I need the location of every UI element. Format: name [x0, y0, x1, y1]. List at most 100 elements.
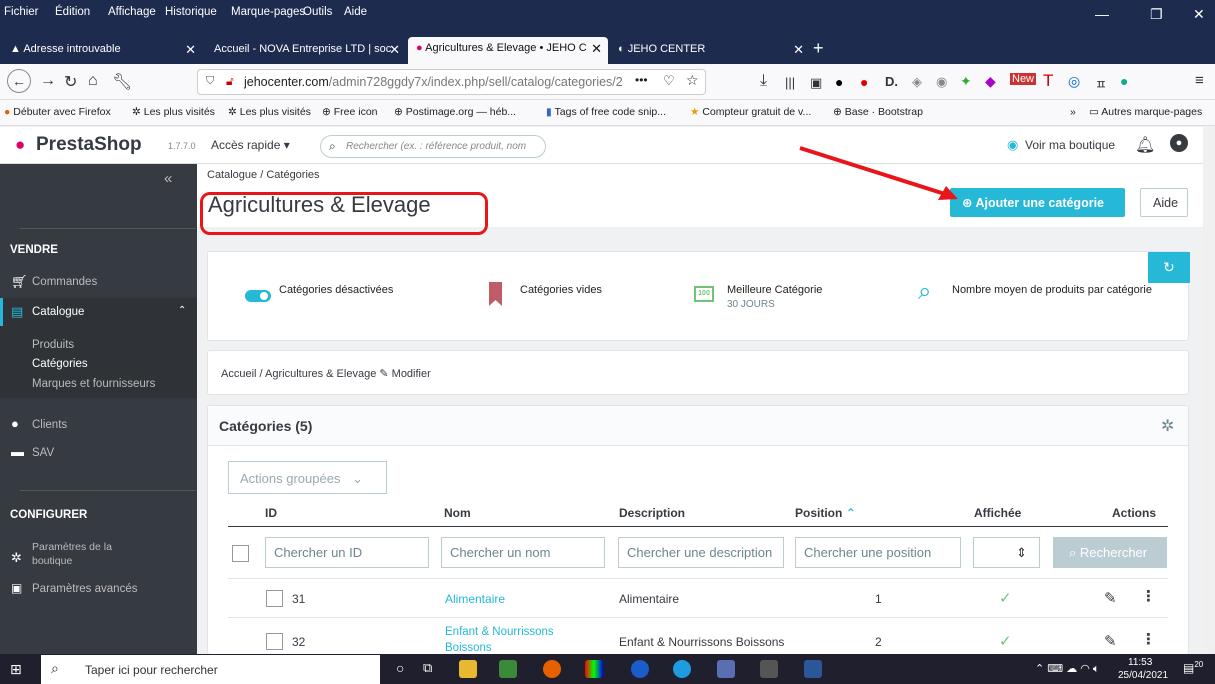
check-icon[interactable]: ✓ — [999, 632, 1012, 650]
extension-icon[interactable]: ✦ — [960, 73, 972, 90]
bookmark-item[interactable]: ✲ Les plus visités — [132, 106, 215, 118]
menu-aide[interactable]: Aide — [344, 6, 367, 18]
task-view-icon[interactable]: ⧉ — [423, 660, 432, 676]
sidebar-item-categories[interactable]: Catégories — [32, 358, 88, 370]
refresh-kpi-button[interactable]: ↻ — [1148, 252, 1190, 283]
col-name[interactable]: Nom — [444, 506, 471, 520]
menu-affichage[interactable]: Affichage — [108, 6, 156, 18]
bookmark-item[interactable]: ▮ Tags of free code snip... — [546, 106, 666, 118]
menu-outils[interactable]: Outils — [303, 6, 332, 18]
row-checkbox[interactable] — [266, 590, 283, 607]
download-icon[interactable]: ⤓ — [760, 72, 767, 90]
extension-icon[interactable]: ◈ — [912, 74, 922, 90]
app-icon[interactable] — [585, 660, 603, 678]
extension-d-icon[interactable]: D. — [885, 74, 898, 89]
menu-edition[interactable]: Édition — [55, 6, 90, 18]
col-id[interactable]: ID — [265, 506, 277, 520]
hamburger-menu-icon[interactable]: ≡ — [1195, 72, 1204, 89]
menu-fichier[interactable]: Fichier — [4, 6, 39, 18]
forward-icon[interactable]: → — [40, 72, 56, 90]
close-tab-icon[interactable]: ✕ — [389, 42, 400, 58]
extension-icon[interactable]: ㅍ — [1095, 74, 1107, 93]
tab-agricultures[interactable]: ● Agricultures & Elevage • JEHO C ✕ — [408, 37, 608, 64]
app-icon[interactable] — [673, 660, 691, 678]
extension-icon[interactable]: ● — [835, 74, 843, 90]
new-tab-icon[interactable]: + — [813, 38, 824, 59]
crumb-edit-link[interactable]: Modifier — [392, 368, 431, 380]
sidebar-item-brands[interactable]: Marques et fournisseurs — [32, 378, 155, 390]
notification-center-icon[interactable]: ▤20 — [1183, 660, 1203, 675]
extension-t-icon[interactable]: T — [1043, 71, 1053, 91]
pocket-icon[interactable]: ♡ — [663, 73, 675, 89]
close-tab-icon[interactable]: ✕ — [185, 42, 196, 58]
bookmark-item[interactable]: ● Débuter avec Firefox — [4, 106, 111, 118]
bulk-actions-dropdown[interactable]: Actions groupées ⌄ — [228, 461, 387, 494]
filter-name-input[interactable]: Chercher un nom — [441, 537, 605, 568]
bell-icon[interactable]: 🔔︎ — [1135, 135, 1155, 155]
adblock-icon[interactable]: ● — [860, 74, 868, 90]
page-scrollbar[interactable] — [1203, 127, 1215, 654]
filter-id-input[interactable]: Chercher un ID — [265, 537, 429, 568]
quick-access-button[interactable]: Accès rapide ▾ — [211, 138, 290, 152]
url-bar[interactable]: ⛉ 🔓︎ jehocenter.com/admin728ggdy7x/index… — [197, 69, 706, 95]
more-bookmarks-icon[interactable]: » — [1070, 106, 1076, 118]
firefox-taskbar-icon[interactable] — [543, 660, 561, 678]
back-icon[interactable]: ← — [7, 69, 31, 93]
crumb-home[interactable]: Accueil — [221, 368, 256, 380]
bookmark-item[interactable]: ✲ Les plus visités — [228, 106, 311, 118]
library-icon[interactable]: ||| — [785, 75, 795, 90]
sidebar-icon[interactable]: ▣ — [810, 75, 822, 91]
col-displayed[interactable]: Affichée — [974, 506, 1021, 520]
menu-historique[interactable]: Historique — [165, 6, 217, 18]
windows-start-icon[interactable]: ⊞ — [10, 661, 22, 678]
collapse-sidebar-icon[interactable]: « — [164, 170, 172, 187]
taskbar-search-input[interactable]: ⌕ Taper ici pour rechercher — [41, 655, 380, 684]
minimize-icon[interactable]: — — [1095, 6, 1109, 22]
other-bookmarks[interactable]: ▭ Autres marque-pages — [1089, 106, 1202, 118]
select-all-checkbox[interactable] — [232, 545, 249, 562]
filter-displayed-select[interactable]: ⇕ — [973, 537, 1040, 568]
file-explorer-icon[interactable] — [459, 660, 477, 678]
cortana-icon[interactable]: ○ — [396, 660, 404, 676]
col-description[interactable]: Description — [619, 506, 685, 520]
row-name-link-line2[interactable]: Boissons — [445, 642, 492, 654]
filter-position-input[interactable]: Chercher une position — [795, 537, 961, 568]
extension-icon[interactable]: ● — [1120, 73, 1128, 89]
bookmark-item[interactable]: ★ Compteur gratuit de v... — [690, 106, 811, 118]
row-name-link[interactable]: Enfant & Nourrissons — [445, 626, 554, 638]
breadcrumb-categories[interactable]: Catégories — [266, 169, 319, 181]
word-icon[interactable] — [804, 660, 822, 678]
sidebar-item-sav[interactable]: ▬ SAV — [0, 442, 197, 464]
breadcrumb-catalog[interactable]: Catalogue — [207, 169, 257, 181]
view-shop-link[interactable]: Voir ma boutique — [1025, 138, 1115, 152]
sidebar-item-clients[interactable]: ● Clients — [0, 414, 197, 436]
help-button[interactable]: Aide — [1140, 188, 1188, 217]
row-checkbox[interactable] — [266, 633, 283, 650]
table-settings-icon[interactable]: ✲ — [1161, 416, 1174, 436]
tab-adresse-introuvable[interactable]: ▲ Adresse introuvable ✕ — [2, 38, 202, 64]
tab-jeho-center[interactable]: ◐ JEHO CENTER ✕ — [610, 38, 810, 64]
bookmark-item[interactable]: ⊕ Base · Bootstrap — [833, 106, 923, 118]
bookmark-item[interactable]: ⊕ Postimage.org — héb... — [394, 106, 516, 118]
sidebar-item-advanced[interactable]: ▣ Paramètres avancés — [0, 578, 197, 600]
close-tab-icon[interactable]: ✕ — [793, 42, 804, 58]
wrench-icon[interactable]: 🔧︎ — [112, 72, 132, 92]
new-badge-icon[interactable]: New — [1010, 73, 1037, 85]
user-avatar-icon[interactable]: ● — [1170, 134, 1188, 152]
terminal-icon[interactable] — [760, 660, 778, 678]
more-actions-icon[interactable]: ⋮ — [1141, 630, 1156, 648]
close-tab-icon[interactable]: ✕ — [591, 41, 602, 57]
extension-icon[interactable]: ◆ — [985, 73, 996, 90]
add-category-button[interactable]: ⊕ Ajouter une catégorie — [950, 188, 1125, 217]
check-icon[interactable]: ✓ — [999, 589, 1012, 607]
menu-marque-pages[interactable]: Marque-pages — [231, 6, 305, 18]
sidebar-item-products[interactable]: Produits — [32, 339, 74, 351]
clock-time[interactable]: 11:53 — [1128, 657, 1152, 668]
sidebar-item-shop-params[interactable]: ✲ Paramètres de la boutique — [0, 538, 197, 574]
extension-icon[interactable]: ◎ — [1068, 73, 1080, 90]
restore-icon[interactable]: ❐ — [1150, 6, 1163, 23]
logo-text[interactable]: PrestaShop — [36, 134, 142, 156]
admin-search-input[interactable]: ⌕ Rechercher (ex. : référence produit, n… — [320, 135, 546, 158]
edit-pencil-icon[interactable]: ✎ — [1104, 632, 1117, 650]
sidebar-item-catalog[interactable]: ▤ Catalogue ⌃ — [0, 298, 197, 326]
